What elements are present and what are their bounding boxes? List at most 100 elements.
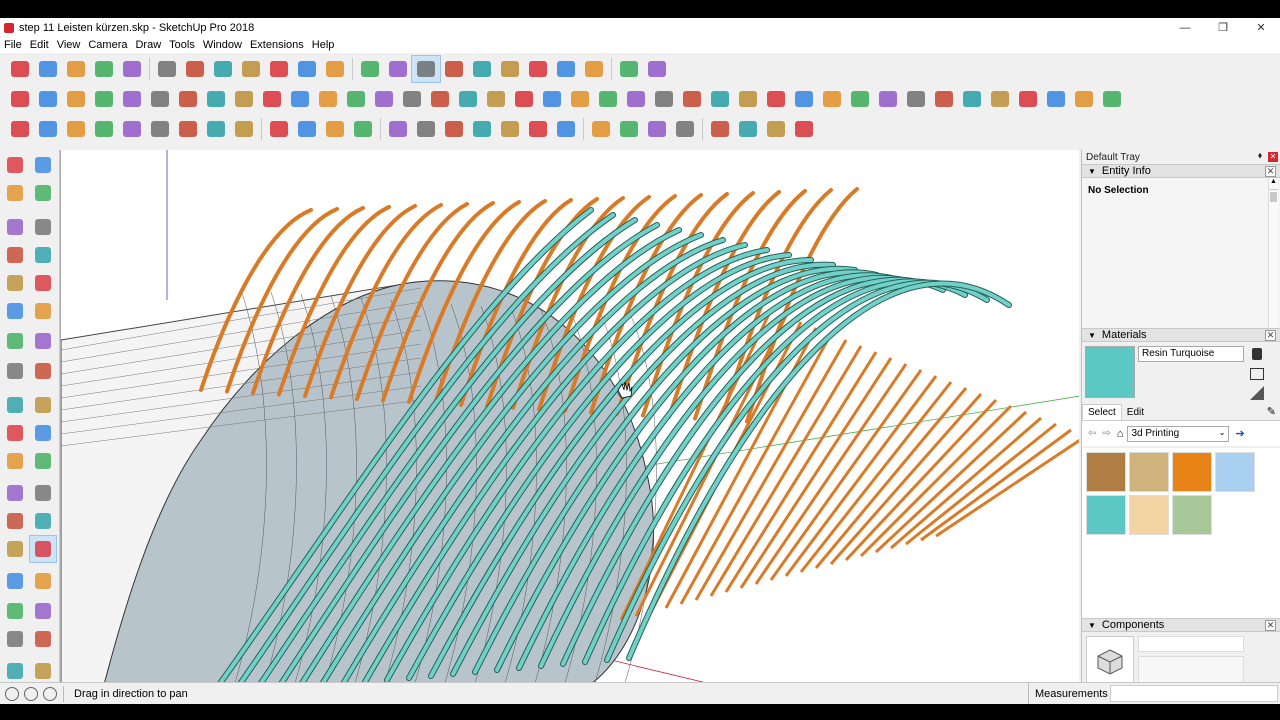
left-tool-button[interactable]: [2, 536, 28, 562]
toolbar-button[interactable]: [734, 116, 762, 142]
left-tool-button[interactable]: [2, 508, 28, 534]
toolbar-button[interactable]: [734, 86, 762, 112]
left-tool-button[interactable]: [30, 328, 56, 354]
component-cube-icon[interactable]: [1086, 636, 1134, 686]
tab-select[interactable]: Select: [1082, 404, 1122, 420]
toolbar-button[interactable]: [412, 116, 440, 142]
materials-header[interactable]: ▼ Materials ✕: [1082, 328, 1280, 342]
credits-icon[interactable]: [24, 686, 38, 701]
left-tool-button[interactable]: [2, 392, 28, 418]
measurements-input[interactable]: [1110, 685, 1278, 702]
tray-pin-icon[interactable]: ⬧: [1258, 150, 1262, 161]
toolbar-button[interactable]: [258, 86, 286, 112]
left-tool-button[interactable]: [2, 242, 28, 268]
text-button[interactable]: [321, 56, 349, 82]
toolbar-button[interactable]: [790, 116, 818, 142]
left-tool-button[interactable]: [2, 480, 28, 506]
toolbar-button[interactable]: [706, 116, 734, 142]
toolbar-button[interactable]: [342, 86, 370, 112]
toolbar-button[interactable]: [146, 116, 174, 142]
library-select[interactable]: 3d Printing ⌄: [1127, 425, 1230, 442]
orbit-button[interactable]: [384, 56, 412, 82]
restore-button[interactable]: ❐: [1204, 18, 1242, 37]
zoom-button[interactable]: [440, 56, 468, 82]
left-tool-button[interactable]: [30, 298, 56, 324]
left-tool-button[interactable]: [30, 420, 56, 446]
toolbar-button[interactable]: [426, 86, 454, 112]
menu-draw[interactable]: Draw: [135, 39, 161, 51]
left-tool-button[interactable]: [30, 598, 56, 624]
menu-file[interactable]: File: [4, 39, 22, 51]
follow-me-button[interactable]: [181, 56, 209, 82]
toolbar-button[interactable]: [874, 86, 902, 112]
toolbar-button[interactable]: [454, 86, 482, 112]
left-tool-button[interactable]: [2, 448, 28, 474]
left-tool-button[interactable]: [30, 152, 56, 178]
toolbar-button[interactable]: [6, 86, 34, 112]
material-swatch[interactable]: [1086, 452, 1126, 492]
move-button[interactable]: [209, 56, 237, 82]
toolbar-button[interactable]: [90, 86, 118, 112]
material-name-input[interactable]: Resin Turquoise: [1138, 346, 1244, 362]
entity-info-scrollbar[interactable]: ▲: [1268, 178, 1278, 328]
left-tool-button[interactable]: [2, 270, 28, 296]
toolbar-button[interactable]: [538, 86, 566, 112]
left-tool-button[interactable]: [30, 508, 56, 534]
rectangle-button[interactable]: [118, 56, 146, 82]
layout-button[interactable]: [552, 56, 580, 82]
toolbar-button[interactable]: [930, 86, 958, 112]
toolbar-button[interactable]: [440, 116, 468, 142]
left-tool-button[interactable]: [30, 180, 56, 206]
toolbar-button[interactable]: [321, 116, 349, 142]
left-tool-button[interactable]: [2, 358, 28, 384]
toolbar-button[interactable]: [482, 86, 510, 112]
toolbar-button[interactable]: [230, 86, 258, 112]
left-tool-button[interactable]: [30, 480, 56, 506]
toolbar-button[interactable]: [349, 116, 377, 142]
toolbar-button[interactable]: [118, 116, 146, 142]
user-icon[interactable]: [43, 686, 57, 701]
toolbar-button[interactable]: [650, 86, 678, 112]
warehouse-button[interactable]: [496, 56, 524, 82]
material-swatch[interactable]: [1129, 495, 1169, 535]
current-material-preview[interactable]: [1085, 346, 1135, 398]
toolbar-button[interactable]: [671, 116, 699, 142]
left-tool-button[interactable]: [30, 214, 56, 240]
left-tool-button[interactable]: [2, 298, 28, 324]
left-tool-button[interactable]: [30, 392, 56, 418]
material-swatch[interactable]: [1172, 495, 1212, 535]
toolbar-button[interactable]: [1098, 86, 1126, 112]
tab-edit[interactable]: Edit: [1122, 405, 1149, 420]
push-pull-button[interactable]: [153, 56, 181, 82]
geolocation-icon[interactable]: [5, 686, 19, 701]
tape-measure-button[interactable]: [293, 56, 321, 82]
minimize-button[interactable]: —: [1166, 18, 1204, 37]
eraser-button[interactable]: [34, 56, 62, 82]
toolbar-button[interactable]: [230, 116, 258, 142]
left-tool-button[interactable]: [2, 598, 28, 624]
scale-button[interactable]: [265, 56, 293, 82]
toolbar-button[interactable]: [615, 116, 643, 142]
pan-button[interactable]: [411, 55, 441, 83]
toolbar-button[interactable]: [594, 86, 622, 112]
toolbar-button[interactable]: [146, 86, 174, 112]
toolbar-button[interactable]: [846, 86, 874, 112]
material-swatch[interactable]: [1215, 452, 1255, 492]
toolbar-button[interactable]: [587, 116, 615, 142]
menu-tools[interactable]: Tools: [169, 39, 195, 51]
select-button[interactable]: [6, 56, 34, 82]
left-tool-button[interactable]: [30, 242, 56, 268]
menu-window[interactable]: Window: [203, 39, 242, 51]
arc-button[interactable]: [90, 56, 118, 82]
toolbar-button[interactable]: [202, 116, 230, 142]
toolbar-button[interactable]: [384, 116, 412, 142]
rotate-button[interactable]: [237, 56, 265, 82]
solid-tools-button[interactable]: [615, 56, 643, 82]
toolbar-button[interactable]: [790, 86, 818, 112]
entity-info-header[interactable]: ▼ Entity Info ✕: [1082, 164, 1280, 178]
menu-help[interactable]: Help: [312, 39, 335, 51]
toolbar-button[interactable]: [174, 86, 202, 112]
toolbar-button[interactable]: [62, 86, 90, 112]
toolbar-button[interactable]: [524, 116, 552, 142]
left-tool-button[interactable]: [30, 270, 56, 296]
